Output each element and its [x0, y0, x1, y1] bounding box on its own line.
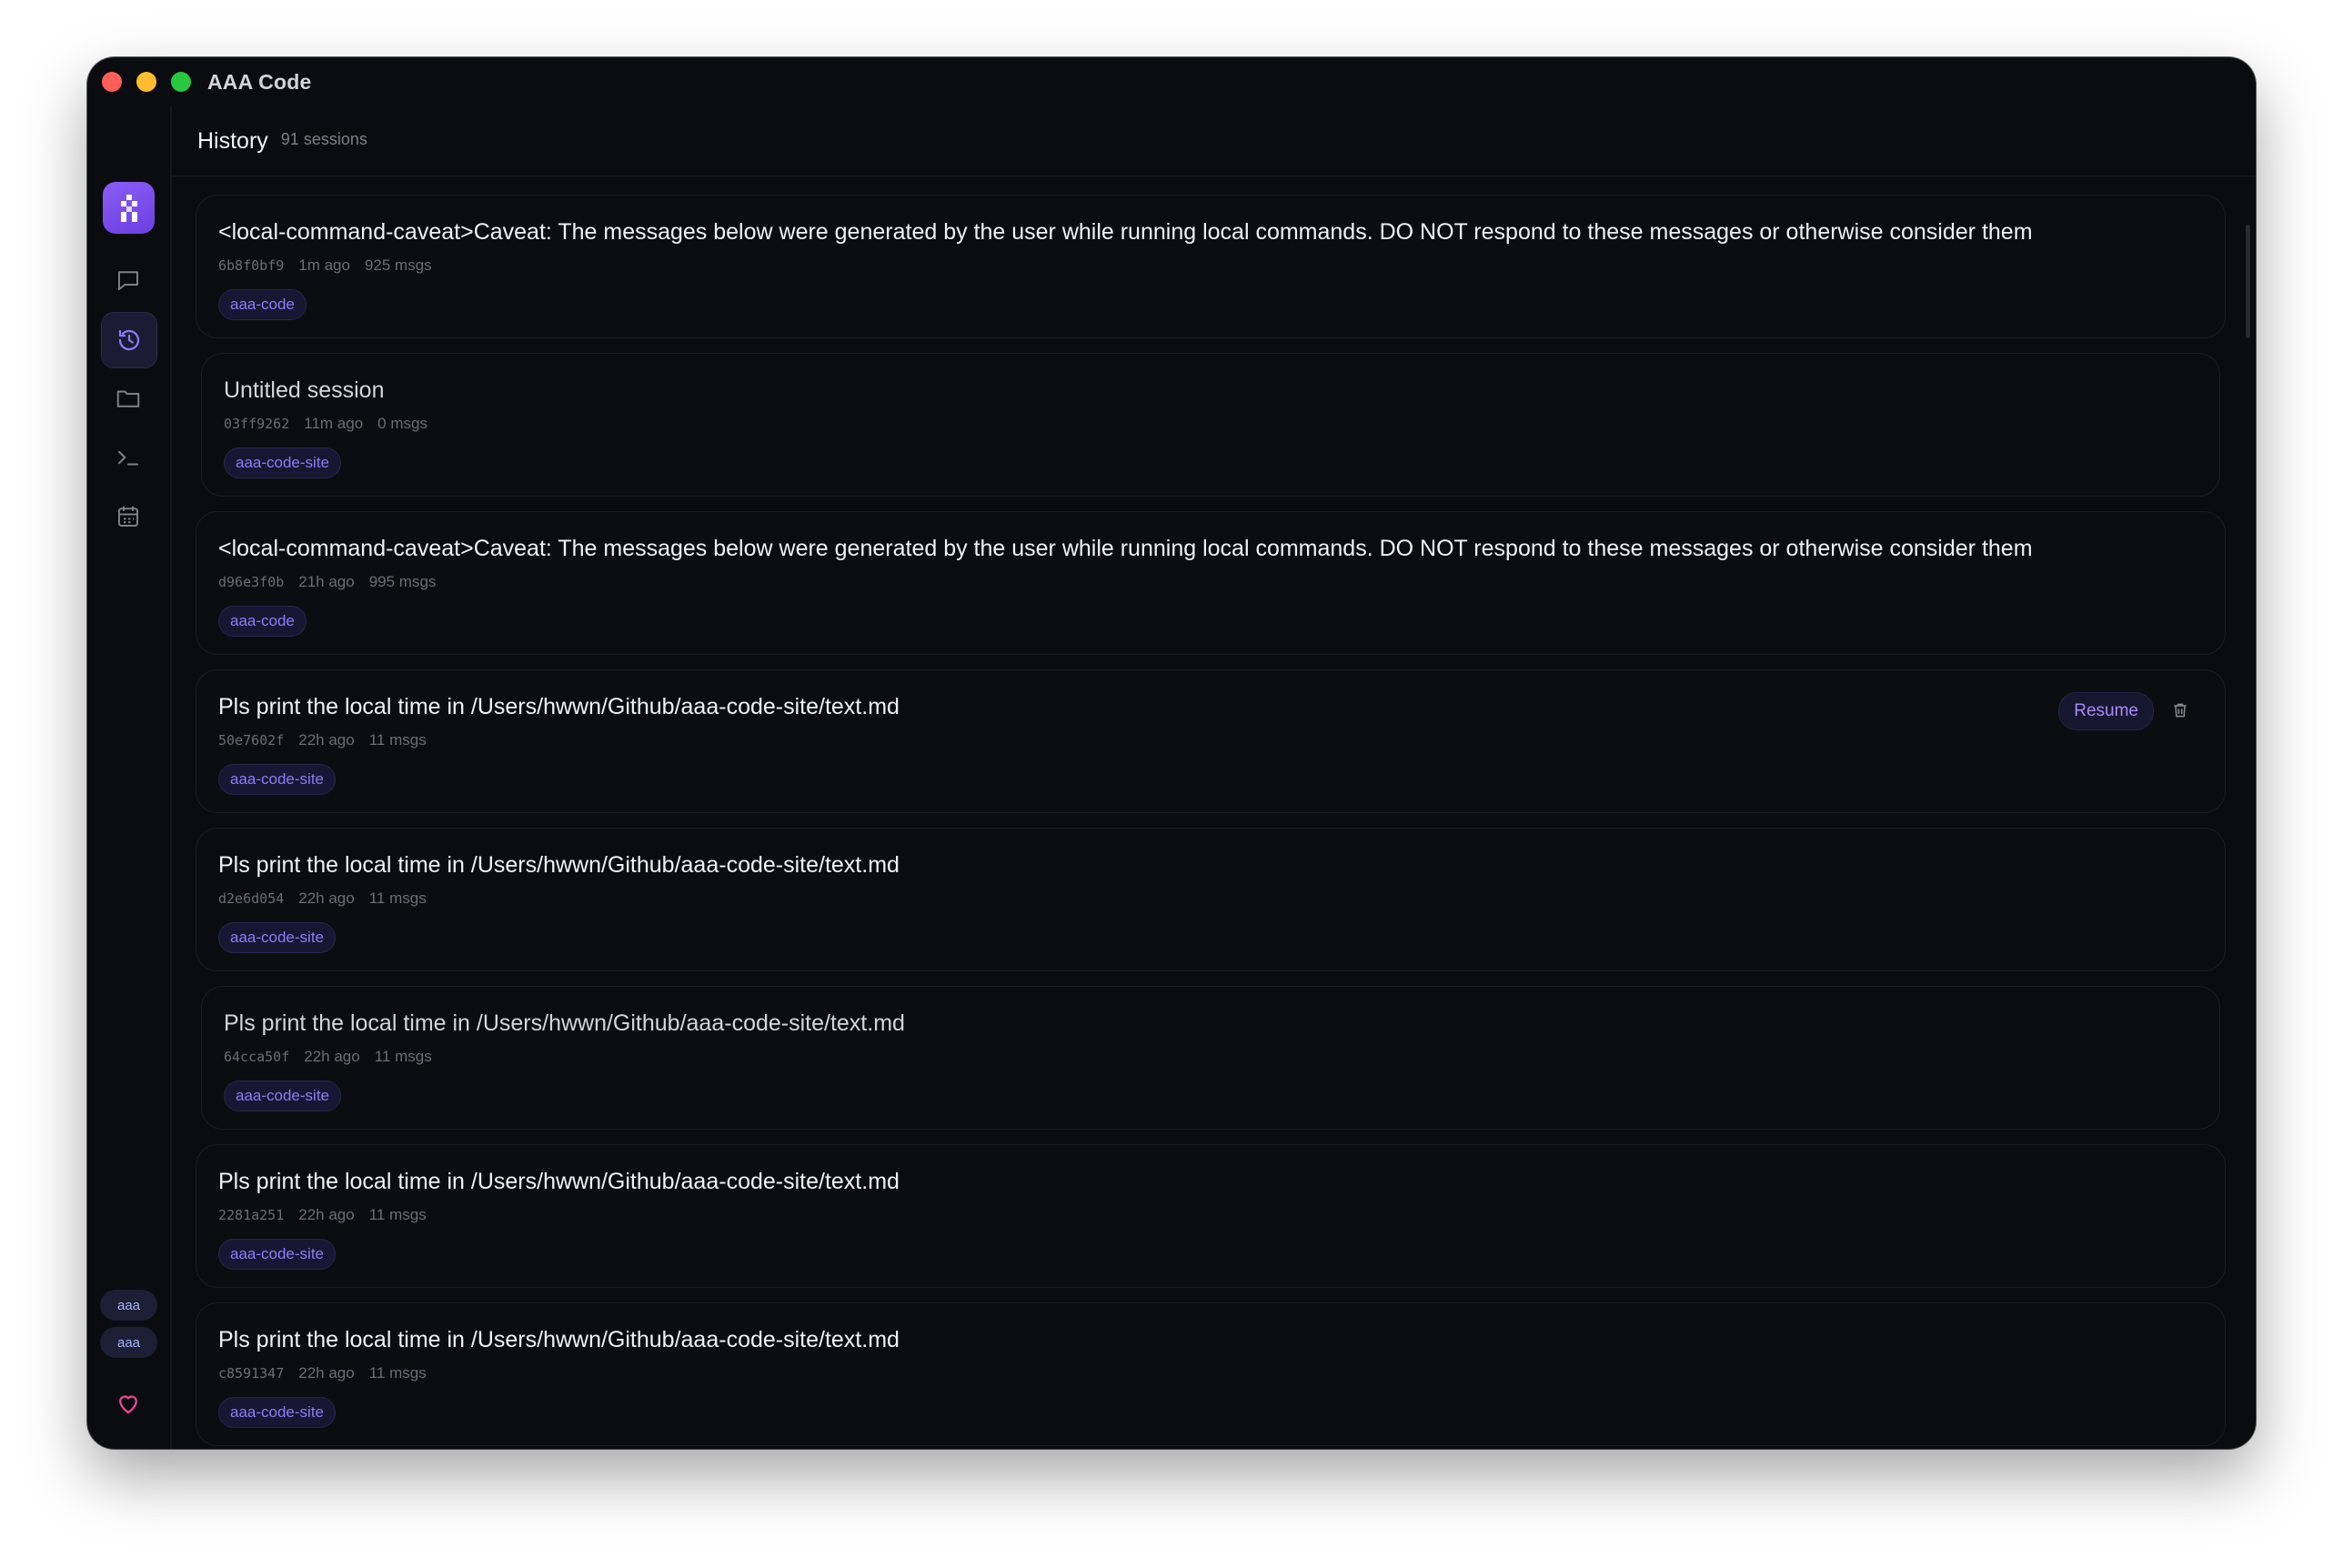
- session-time: 22h ago: [298, 731, 355, 749]
- session-meta: c8591347 22h ago 11 msgs: [218, 1364, 427, 1382]
- session-card[interactable]: Pls print the local time in /Users/hwwn/…: [196, 1144, 2226, 1288]
- session-msg-count: 11 msgs: [368, 890, 427, 907]
- project-tag[interactable]: aaa-code-site: [224, 447, 342, 478]
- session-title: Pls print the local time in /Users/hwwn/…: [218, 852, 900, 878]
- session-msg-count: 11 msgs: [368, 731, 427, 749]
- minimize-button[interactable]: [136, 72, 156, 92]
- history-icon: [118, 329, 140, 351]
- project-tag[interactable]: aaa-code-site: [224, 1081, 342, 1111]
- session-meta: 6b8f0bf9 1m ago 925 msgs: [218, 256, 432, 275]
- session-time: 22h ago: [298, 1206, 355, 1223]
- project-tag[interactable]: aaa-code: [218, 606, 307, 637]
- main-panel: History 91 sessions <local-command-cavea…: [172, 106, 2256, 1449]
- session-id: 6b8f0bf9: [218, 257, 285, 274]
- history-header: History 91 sessions: [172, 106, 2256, 177]
- project-tag[interactable]: aaa-code-site: [218, 922, 337, 953]
- session-card-hovered[interactable]: Pls print the local time in /Users/hwwn/…: [196, 669, 2226, 813]
- session-list: <local-command-caveat>Caveat: The messag…: [196, 195, 2226, 1449]
- session-meta: 2281a251 22h ago 11 msgs: [218, 1206, 427, 1224]
- project-tag[interactable]: aaa-code-site: [218, 764, 337, 795]
- session-id: 64cca50f: [224, 1049, 290, 1065]
- app-logo[interactable]: [103, 182, 155, 234]
- nav-favorites[interactable]: [101, 1376, 156, 1431]
- nav-chat[interactable]: [101, 253, 156, 307]
- calendar-icon: [118, 506, 138, 527]
- project-tag[interactable]: aaa-code-site: [218, 1239, 337, 1270]
- sidebar: aaa aaa: [87, 106, 172, 1449]
- session-time: 22h ago: [298, 890, 355, 907]
- nav-calendar[interactable]: [101, 489, 156, 544]
- terminal-icon: [118, 450, 138, 466]
- session-title: Pls print the local time in /Users/hwwn/…: [218, 694, 900, 719]
- title-bar: AAA Code: [87, 57, 2256, 106]
- session-id: 2281a251: [218, 1207, 285, 1223]
- session-meta: d96e3f0b 21h ago 995 msgs: [218, 573, 436, 591]
- session-msg-count: 925 msgs: [364, 256, 432, 274]
- session-time: 11m ago: [304, 415, 364, 432]
- app-window: AAA Code aaa aaa History 91 sessions <lo…: [87, 57, 2256, 1449]
- session-card[interactable]: Pls print the local time in /Users/hwwn/…: [196, 1302, 2226, 1446]
- session-title: Pls print the local time in /Users/hwwn/…: [218, 1327, 900, 1352]
- session-card[interactable]: <local-command-caveat>Caveat: The messag…: [196, 511, 2226, 655]
- nav-history[interactable]: [101, 312, 157, 368]
- session-msg-count: 11 msgs: [368, 1206, 427, 1223]
- session-msg-count: 11 msgs: [374, 1048, 432, 1065]
- project-tag[interactable]: aaa-code: [218, 289, 307, 320]
- session-card[interactable]: <local-command-caveat>Caveat: The messag…: [196, 195, 2226, 338]
- session-msg-count: 0 msgs: [377, 415, 427, 432]
- session-card[interactable]: Pls print the local time in /Users/hwwn/…: [196, 828, 2226, 971]
- session-meta: 64cca50f 22h ago 11 msgs: [224, 1048, 432, 1066]
- session-title: Pls print the local time in /Users/hwwn/…: [224, 1010, 905, 1036]
- session-time: 22h ago: [298, 1364, 355, 1382]
- session-meta: d2e6d054 22h ago 11 msgs: [218, 890, 427, 908]
- session-card[interactable]: Pls print the local time in /Users/hwwn/…: [201, 986, 2220, 1130]
- grid-logo-icon: [120, 194, 137, 222]
- session-id: d2e6d054: [218, 890, 285, 907]
- nav-settings[interactable]: [101, 1439, 156, 1449]
- trash-icon: [2174, 703, 2187, 718]
- resume-button[interactable]: Resume: [2058, 692, 2154, 730]
- session-time: 21h ago: [298, 573, 355, 590]
- window-controls: [102, 72, 191, 92]
- session-title: <local-command-caveat>Caveat: The messag…: [218, 219, 2037, 245]
- workspace-badge[interactable]: aaa: [100, 1327, 157, 1358]
- session-title: <local-command-caveat>Caveat: The messag…: [218, 536, 2037, 561]
- session-title: Untitled session: [224, 377, 385, 403]
- session-count: 91 sessions: [280, 129, 367, 148]
- app-title: AAA Code: [207, 69, 312, 94]
- zoom-button[interactable]: [171, 72, 191, 92]
- page-title: History: [197, 127, 268, 154]
- scrollbar-thumb[interactable]: [2246, 225, 2250, 338]
- session-id: 50e7602f: [218, 732, 285, 749]
- close-button[interactable]: [102, 72, 122, 92]
- nav-files[interactable]: [101, 371, 156, 426]
- workspace-badge[interactable]: aaa: [100, 1290, 157, 1321]
- delete-session-button[interactable]: [2170, 700, 2190, 720]
- folder-icon: [116, 390, 140, 407]
- heart-icon: [119, 1395, 137, 1414]
- session-card[interactable]: Untitled session 03ff9262 11m ago 0 msgs…: [201, 353, 2220, 497]
- chat-bubble-icon: [118, 271, 138, 290]
- session-id: 03ff9262: [224, 416, 290, 432]
- session-time: 22h ago: [304, 1048, 360, 1065]
- session-id: d96e3f0b: [218, 574, 285, 590]
- session-meta: 03ff9262 11m ago 0 msgs: [224, 415, 427, 433]
- session-meta: 50e7602f 22h ago 11 msgs: [218, 731, 427, 749]
- session-msg-count: 11 msgs: [368, 1364, 427, 1382]
- session-msg-count: 995 msgs: [368, 573, 437, 590]
- session-id: c8591347: [218, 1365, 285, 1382]
- session-time: 1m ago: [298, 256, 350, 274]
- session-title: Pls print the local time in /Users/hwwn/…: [218, 1169, 900, 1194]
- project-tag[interactable]: aaa-code-site: [218, 1397, 337, 1428]
- nav-terminal[interactable]: [101, 430, 156, 485]
